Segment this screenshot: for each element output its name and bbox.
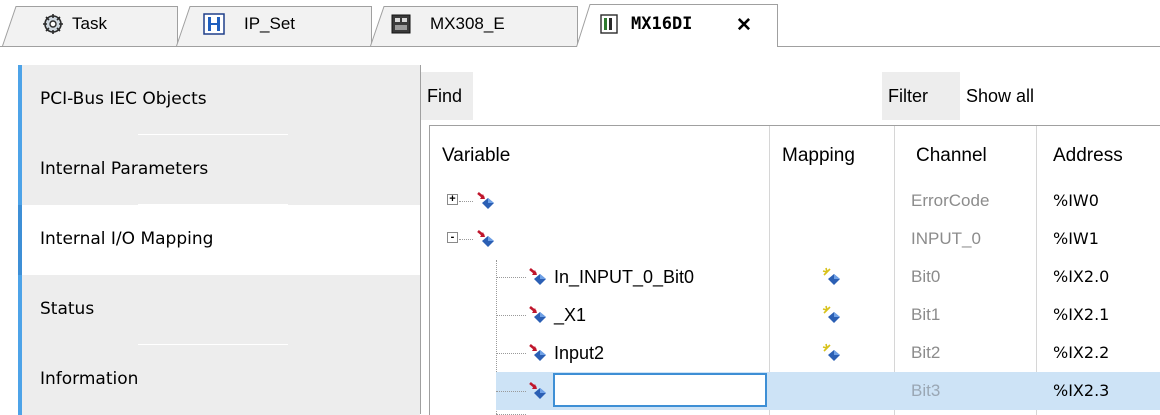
tab-label: MX308_E	[430, 14, 505, 33]
tab-mx16di[interactable]: MX16DI ✕	[576, 4, 778, 47]
table-row[interactable]: In_INPUT_0_Bit0 Bit0 %IX2.0	[430, 258, 1160, 296]
table-row[interactable]: _X1 Bit1 %IX2.1	[430, 296, 1160, 334]
table-row-selected[interactable]: Bit3 %IX2.3	[430, 372, 1160, 410]
header-mapping[interactable]: Mapping	[782, 126, 855, 182]
address-cell: %IX2.1	[1053, 305, 1110, 324]
tree-connector	[459, 239, 473, 241]
nav-item-label: Status	[40, 299, 95, 319]
nav-item-pci-bus-iec-objects[interactable]: PCI-Bus IEC Objects	[18, 65, 420, 135]
address-cell: %IX2.2	[1053, 343, 1110, 362]
tree-connector	[496, 277, 526, 279]
tree-connector	[496, 315, 526, 317]
close-tab-icon[interactable]: ✕	[736, 14, 752, 37]
collapse-icon[interactable]: -	[447, 231, 458, 243]
nav-item-internal-parameters[interactable]: Internal Parameters	[18, 135, 420, 205]
table-row[interactable]: - INPUT_0 %IW1	[430, 220, 1160, 258]
mapping-new-variable-icon[interactable]	[822, 267, 842, 287]
tree-connector	[459, 201, 473, 203]
variable-cell[interactable]: _X1	[554, 296, 586, 334]
grid-header: Variable Mapping Channel Address	[430, 126, 1160, 182]
channel-cell: Bit0	[911, 267, 941, 286]
filter-dropdown[interactable]: Show all	[966, 72, 1034, 120]
nav-item-label: PCI-Bus IEC Objects	[40, 89, 207, 109]
channel-cell: Bit3	[911, 381, 941, 400]
address-cell: %IW1	[1053, 229, 1099, 248]
io-channel-icon	[529, 306, 546, 323]
nav-item-label: Information	[40, 369, 139, 389]
variable-cell[interactable]: Input2	[554, 334, 604, 372]
tab-label: IP_Set	[244, 14, 296, 33]
io-channel-icon	[477, 192, 494, 209]
io-channel-icon	[477, 230, 494, 247]
channel-cell: INPUT_0	[911, 229, 981, 248]
address-cell: %IX2.3	[1053, 381, 1110, 400]
io-channel-icon	[529, 344, 546, 361]
header-channel[interactable]: Channel	[916, 126, 987, 182]
nav-item-internal-io-mapping[interactable]: Internal I/O Mapping	[18, 205, 420, 275]
nav-item-label: Internal Parameters	[40, 159, 209, 179]
editor-tab-strip: Task IP_Set MX308_E MX16DI ✕	[0, 0, 1160, 47]
io-channel-icon	[529, 268, 546, 285]
nav-item-status[interactable]: Status	[18, 275, 420, 345]
nav-separator	[138, 134, 288, 135]
tab-label: MX16DI	[631, 14, 693, 34]
expand-icon[interactable]: +	[447, 193, 458, 205]
nav-item-information[interactable]: Information	[18, 345, 420, 415]
tab-mx308-e[interactable]: MX308_E	[370, 6, 578, 47]
table-row[interactable]: Input2 Bit2 %IX2.2	[430, 334, 1160, 372]
io-channel-icon	[529, 382, 546, 399]
task-icon	[43, 14, 63, 34]
tab-task[interactable]: Task	[2, 6, 178, 47]
device-editor-nav: PCI-Bus IEC Objects Internal Parameters …	[18, 65, 420, 415]
find-filter-bar: Find Filter Show all	[421, 72, 1160, 121]
header-address[interactable]: Address	[1053, 126, 1123, 182]
nav-item-label: Internal I/O Mapping	[40, 229, 214, 249]
find-input[interactable]	[473, 73, 882, 121]
ip-set-icon	[203, 13, 225, 35]
tree-connector	[496, 391, 526, 393]
tab-ip-set[interactable]: IP_Set	[176, 6, 372, 47]
tab-label: Task	[72, 14, 107, 33]
table-row[interactable]: + ErrorCode %IW0	[430, 182, 1160, 220]
filter-label: Filter	[882, 72, 960, 120]
io-mapping-grid: Variable Mapping Channel Address + Error…	[429, 125, 1160, 415]
tree-connector	[496, 353, 526, 355]
variable-cell[interactable]: In_INPUT_0_Bit0	[554, 258, 694, 296]
variable-edit-field[interactable]	[553, 373, 767, 407]
header-variable[interactable]: Variable	[442, 126, 510, 182]
mapping-new-variable-icon[interactable]	[822, 343, 842, 363]
channel-cell: Bit2	[911, 343, 941, 362]
find-label: Find	[421, 72, 473, 120]
nav-separator	[138, 204, 288, 205]
nav-separator	[138, 344, 288, 345]
channel-cell: Bit1	[911, 305, 941, 324]
mapping-new-variable-icon[interactable]	[822, 305, 842, 325]
device-icon	[391, 14, 411, 34]
address-cell: %IW0	[1053, 191, 1099, 210]
address-cell: %IX2.0	[1053, 267, 1110, 286]
channel-cell: ErrorCode	[911, 191, 990, 210]
module-icon	[600, 14, 618, 34]
